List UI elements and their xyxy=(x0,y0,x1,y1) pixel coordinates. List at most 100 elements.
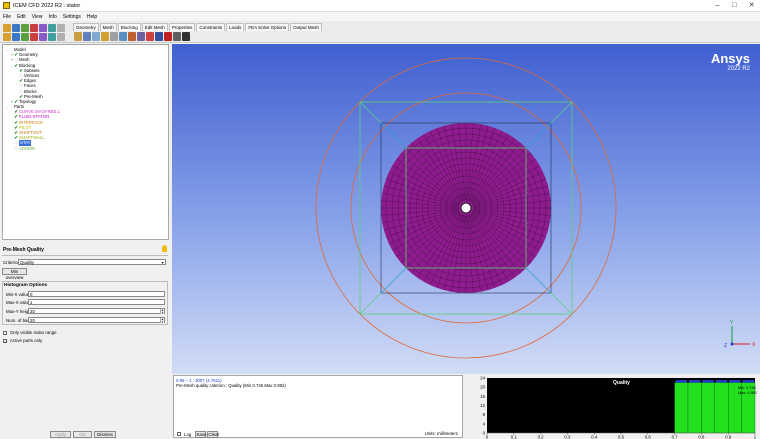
x-tick-label: 0.2 xyxy=(538,435,545,439)
log-checkbox[interactable] xyxy=(177,432,181,436)
message-log: 0.95 – 1 : 3007 (4.7511) Pre-Mesh qualit… xyxy=(176,378,286,388)
toolbar-tool-icon[interactable] xyxy=(12,33,20,41)
help-bulb-icon[interactable] xyxy=(162,245,167,252)
spinner-icon[interactable]: ▴ ▾ xyxy=(160,318,164,323)
separator xyxy=(2,255,168,256)
spinner-icon[interactable]: ▴ ▾ xyxy=(160,309,164,314)
dismiss-button[interactable]: Dismiss xyxy=(94,431,116,438)
toolbar-tool-icon[interactable] xyxy=(39,33,47,41)
max-x-label: Max-X value xyxy=(6,300,31,305)
toolbar-tool-icon[interactable] xyxy=(21,33,29,41)
blocking-tool-icon[interactable] xyxy=(110,32,118,41)
save-button[interactable]: Save xyxy=(195,430,207,438)
toolbar-tool-icon[interactable] xyxy=(3,24,11,32)
quality-histogram-panel[interactable]: Quality 0 4 8 12 16 20 24 0 0.1 0.2 0.3 0.4 0.5 0.6 0.7… xyxy=(466,375,760,439)
chevron-down-icon[interactable]: ▾ xyxy=(160,260,165,265)
axis-z-label: Z xyxy=(724,343,727,349)
blocking-tool-icon[interactable] xyxy=(137,32,145,41)
toolbar-tool-icon[interactable] xyxy=(30,24,38,32)
tab-output-mesh[interactable]: Output Mesh xyxy=(290,23,322,31)
histogram-title: Quality xyxy=(613,380,630,386)
active-parts-row[interactable]: ✓ Active parts only xyxy=(3,338,42,343)
window-controls: – □ ✕ xyxy=(709,0,760,12)
toolbar-tool-icon[interactable] xyxy=(21,24,29,32)
toolbar-tool-icon[interactable] xyxy=(12,24,20,32)
model-tree[interactable]: - Model + ✔ Geometry + □ Mesh - ✔ Blocking ✔ Subsets… xyxy=(2,44,169,240)
apply-button[interactable]: Apply xyxy=(50,431,71,438)
graphics-viewport[interactable]: Y X Z Ansys 2022 R2 xyxy=(172,44,760,374)
blocking-tool-icon[interactable] xyxy=(182,32,190,41)
blocking-tool-icon[interactable] xyxy=(83,32,91,41)
min-x-input[interactable]: 0 xyxy=(28,291,165,297)
tree-checkbox[interactable]: □ xyxy=(14,146,18,151)
tab-edit-mesh[interactable]: Edit Mesh xyxy=(141,23,168,31)
max-y-value: 20 xyxy=(30,309,35,314)
menu-file[interactable]: File xyxy=(0,14,14,20)
tab-constraints[interactable]: Constraints xyxy=(196,23,226,31)
ansys-logo: Ansys 2022 R2 xyxy=(711,52,750,73)
menu-info[interactable]: Info xyxy=(45,14,59,20)
brand-name: Ansys xyxy=(710,51,750,66)
toolbar-tool-icon[interactable] xyxy=(39,24,47,32)
tab-loads[interactable]: Loads xyxy=(226,23,245,31)
block-diagonal xyxy=(359,101,382,124)
blocking-tool-icon[interactable] xyxy=(146,32,154,41)
x-tick-label: 0.8 xyxy=(698,435,705,439)
menu-view[interactable]: View xyxy=(29,14,46,20)
tab-blocking[interactable]: Blocking xyxy=(117,23,141,31)
ok-button[interactable]: OK xyxy=(73,431,92,438)
tree-expander-icon[interactable]: - xyxy=(5,104,9,109)
tab-mesh[interactable]: Mesh xyxy=(99,23,117,31)
tree-checkbox[interactable]: ✔ xyxy=(14,63,18,68)
quality-histogram[interactable]: Quality048121620240 0.1 0.2 0.3 0.4 0.5 0.6 0.7… xyxy=(466,375,760,439)
blocking-tool-icon[interactable] xyxy=(164,32,172,41)
histogram-bar-cap xyxy=(742,380,754,383)
message-window[interactable]: 0.95 – 1 : 3007 (4.7511) Pre-Mesh qualit… xyxy=(173,375,463,438)
panel-title: Pre-Mesh Quality xyxy=(3,247,44,253)
toolbar-tool-icon[interactable] xyxy=(3,33,11,41)
toolbar-tool-icon[interactable] xyxy=(48,24,56,32)
max-y-input[interactable]: 20 ▴ ▾ xyxy=(28,308,165,314)
blocking-tool-icon[interactable] xyxy=(128,32,136,41)
criterion-value: Quality xyxy=(20,260,35,265)
tree-item[interactable]: □ VDOMN xyxy=(3,146,168,151)
min-overview-button[interactable]: Min overview xyxy=(2,268,27,280)
minimize-button[interactable]: – xyxy=(709,0,726,12)
blocking-tool-icon[interactable] xyxy=(119,32,127,41)
toolbar-tool-icon[interactable] xyxy=(48,33,56,41)
toolbar-tool-icon[interactable] xyxy=(30,33,38,41)
toolbar-tool-icon[interactable] xyxy=(57,24,65,32)
x-tick-label: 0.7 xyxy=(672,435,679,439)
tab-geometry[interactable]: Geometry xyxy=(73,23,99,31)
active-parts-checkbox[interactable]: ✓ xyxy=(3,338,7,343)
histogram-bar xyxy=(674,382,689,434)
blocking-tool-icon[interactable] xyxy=(155,32,163,41)
blocking-tool-icon[interactable] xyxy=(92,32,100,41)
close-button[interactable]: ✕ xyxy=(743,0,760,12)
blocking-tool-icon[interactable] xyxy=(101,32,109,41)
blocking-tool-icon[interactable] xyxy=(74,32,82,41)
tab-properties[interactable]: Properties xyxy=(168,23,196,31)
criterion-select[interactable]: Quality ▾ xyxy=(18,259,166,265)
min-x-label: Min-X value xyxy=(6,292,30,297)
menu-edit[interactable]: Edit xyxy=(14,14,29,20)
histogram-bar-cap xyxy=(702,380,714,383)
clear-button[interactable]: Clear xyxy=(207,430,219,438)
viewport-canvas[interactable]: Y X Z xyxy=(172,44,760,374)
only-visible-row[interactable]: Only visible index range xyxy=(3,330,57,335)
y-tick-label: 24 xyxy=(480,376,485,381)
max-x-input[interactable]: 1 xyxy=(28,299,165,305)
tree-expander-icon[interactable]: - xyxy=(5,47,9,52)
only-visible-checkbox[interactable] xyxy=(3,330,7,335)
min-x-value: 0 xyxy=(30,292,33,297)
tab-fea-solve-options[interactable]: FEA Solve Options xyxy=(245,23,290,31)
main-toolbar-icons xyxy=(3,24,65,41)
max-x-value: 1 xyxy=(30,300,33,305)
num-bars-input[interactable]: 20 ▴ ▾ xyxy=(28,317,165,323)
message-line: Pre-Mesh quality criterion : Quality (Mi… xyxy=(176,383,286,388)
toolbar-tool-icon[interactable] xyxy=(57,33,65,41)
menu-help[interactable]: Help xyxy=(84,14,100,20)
maximize-button[interactable]: □ xyxy=(726,0,743,12)
menu-settings[interactable]: Settings xyxy=(60,14,84,20)
blocking-tool-icon[interactable] xyxy=(173,32,181,41)
